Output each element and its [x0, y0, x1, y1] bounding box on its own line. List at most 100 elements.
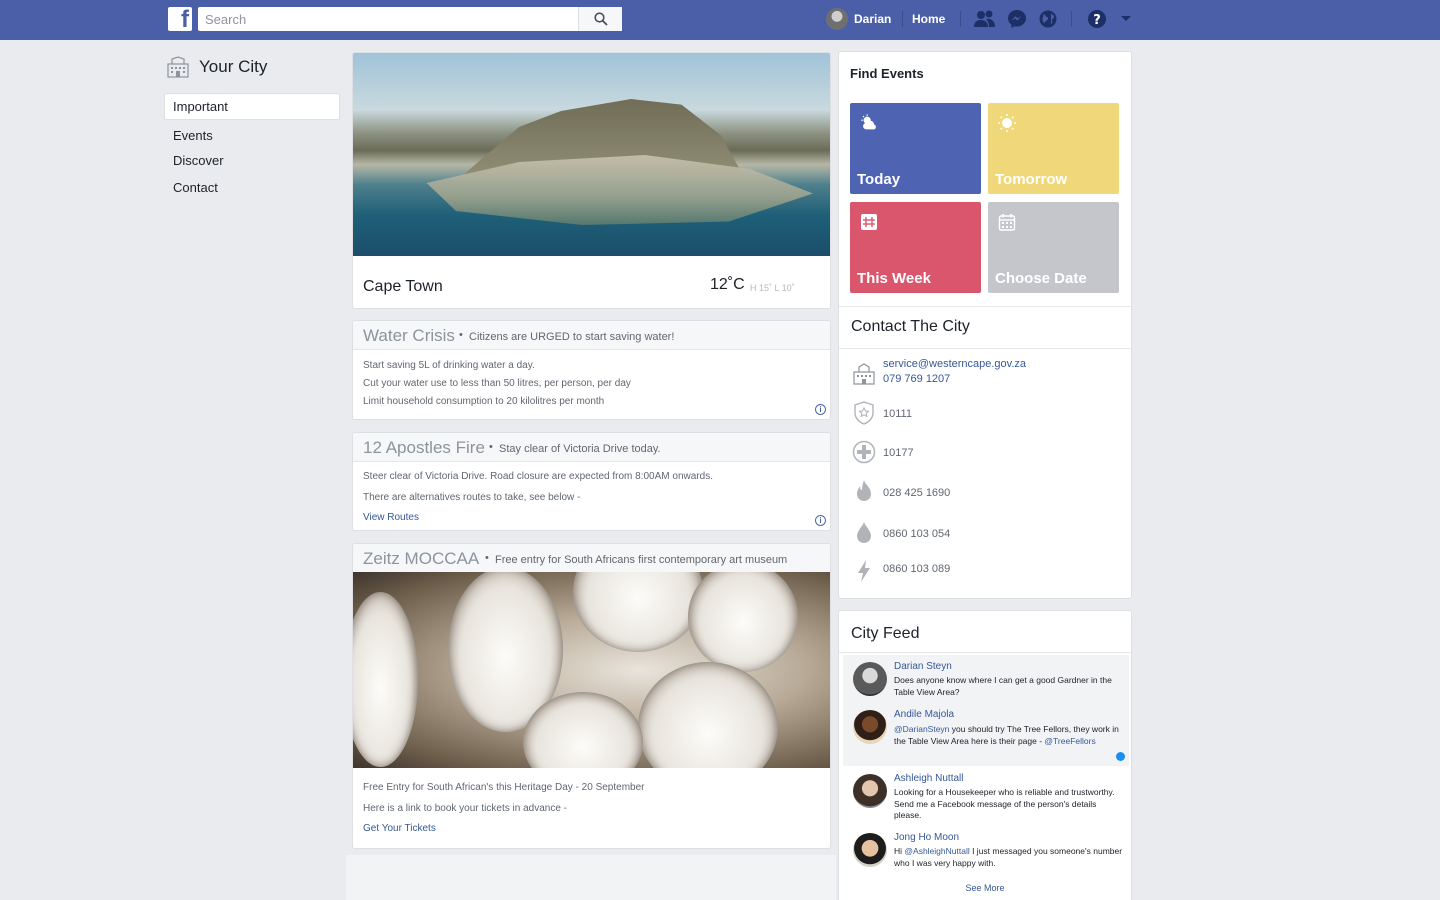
divider: [1071, 11, 1072, 27]
mention-link[interactable]: @AshleighNuttall: [904, 846, 969, 856]
profile-link[interactable]: Darian: [826, 7, 891, 31]
weather-temperature: 12˚C: [710, 276, 745, 293]
feed-author[interactable]: Darian Steyn: [894, 661, 952, 672]
feed-thread-highlight: [843, 655, 1129, 766]
contact-number[interactable]: 0860 103 054: [883, 528, 950, 540]
sidebar-item-events[interactable]: Events: [164, 122, 340, 149]
event-tile-choose-date[interactable]: Choose Date: [988, 202, 1119, 293]
messenger-badge-icon[interactable]: [1116, 752, 1125, 761]
sun-icon: [997, 113, 1017, 133]
avatar[interactable]: [853, 710, 887, 744]
contact-email-link[interactable]: service@westerncape.gov.za: [883, 358, 1026, 370]
event-tile-label: Today: [857, 171, 901, 188]
divider: [839, 652, 1131, 653]
calendar-icon: [997, 212, 1017, 232]
info-icon[interactable]: i: [815, 404, 826, 415]
post-card-apostles-fire: 12 Apostles Fire • Stay clear of Victori…: [352, 432, 831, 531]
facebook-logo-letter: f: [181, 6, 189, 33]
avatar: [826, 8, 848, 30]
event-tile-today[interactable]: Today: [850, 103, 981, 194]
mention-link[interactable]: @TreeFellors: [1044, 736, 1095, 746]
view-routes-link[interactable]: View Routes: [363, 512, 419, 523]
sidebar-item-contact[interactable]: Contact: [164, 174, 340, 201]
water-drop-icon: [852, 521, 876, 545]
page-bottom-fade: [346, 855, 836, 900]
get-tickets-link[interactable]: Get Your Tickets: [363, 823, 436, 834]
post-line: Limit household consumption to 20 kiloli…: [363, 396, 605, 407]
search-button[interactable]: [578, 7, 622, 31]
info-icon[interactable]: i: [815, 515, 826, 526]
contact-number[interactable]: 10111: [883, 408, 912, 420]
divider: [960, 11, 961, 27]
feed-message: Does anyone know where I can get a good …: [894, 675, 1112, 697]
post-header: Zeitz MOCCAA • Free entry for South Afri…: [353, 544, 830, 573]
feed-author[interactable]: Jong Ho Moon: [894, 832, 959, 843]
contact-number[interactable]: 10177: [883, 447, 914, 459]
sidebar-item-discover[interactable]: Discover: [164, 147, 340, 174]
event-tile-this-week[interactable]: This Week: [850, 202, 981, 293]
user-name: Darian: [854, 12, 892, 26]
contact-number[interactable]: 0860 103 089: [883, 563, 950, 575]
messenger-icon[interactable]: [1005, 8, 1029, 30]
feed-message: @DarianSteyn you should try The Tree Fel…: [894, 724, 1126, 747]
feed-message-text: Hi: [894, 846, 905, 856]
contact-title: Contact The City: [851, 318, 970, 335]
avatar[interactable]: [853, 833, 887, 867]
post-header: Water Crisis • Citizens are URGED to sta…: [353, 321, 830, 350]
police-badge-icon: [852, 401, 876, 425]
home-link[interactable]: Home: [912, 12, 945, 26]
event-tile-label: Choose Date: [995, 270, 1087, 287]
weather-high-low: H 15˚ L 10˚: [750, 283, 795, 293]
post-subtitle: Stay clear of Victoria Drive today.: [499, 443, 661, 455]
museum-photo: [353, 572, 830, 768]
post-line: There are alternatives routes to take, s…: [363, 492, 581, 503]
silo-shape: [688, 572, 798, 672]
avatar[interactable]: [853, 662, 887, 696]
facebook-logo[interactable]: f: [168, 6, 192, 33]
calendar-week-icon: [859, 212, 879, 232]
post-subtitle: Free entry for South Africans first cont…: [495, 554, 788, 566]
feed-author[interactable]: Ashleigh Nuttall: [894, 773, 963, 784]
post-title: Zeitz MOCCAA: [363, 549, 480, 568]
globe-icon[interactable]: [1036, 8, 1060, 30]
see-more-link[interactable]: See More: [839, 883, 1131, 893]
help-icon[interactable]: ?: [1085, 8, 1109, 30]
city-shape: [426, 155, 813, 225]
contact-number[interactable]: 028 425 1690: [883, 487, 950, 499]
search-icon: [593, 12, 608, 26]
mention-link[interactable]: @DarianSteyn: [894, 724, 949, 734]
post-subtitle: Citizens are URGED to start saving water…: [469, 331, 675, 343]
event-tile-tomorrow[interactable]: Tomorrow: [988, 103, 1119, 194]
friends-icon[interactable]: [973, 8, 997, 30]
weather-card: Cape Town 12˚C H 15˚ L 10˚: [352, 52, 831, 309]
post-line: Start saving 5L of drinking water a day.: [363, 360, 535, 371]
post-title: 12 Apostles Fire: [363, 438, 485, 457]
divider: [839, 348, 1131, 349]
search-box: [198, 7, 622, 31]
separator-dot: •: [489, 441, 493, 453]
post-line: Free Entry for South African's this Heri…: [363, 782, 645, 793]
contact-phone-link[interactable]: 079 769 1207: [883, 373, 950, 385]
medical-cross-icon: [852, 440, 876, 464]
cape-town-photo: [353, 53, 830, 256]
event-tile-label: This Week: [857, 270, 931, 287]
sun-cloud-icon: [859, 113, 879, 133]
search-input[interactable]: [198, 7, 578, 31]
dropdown-icon[interactable]: [1114, 8, 1138, 30]
lightning-icon: [852, 559, 876, 583]
weather-location: Cape Town: [363, 278, 443, 295]
divider: [902, 11, 903, 27]
feed-author[interactable]: Andile Majola: [894, 709, 954, 720]
separator-dot: •: [459, 329, 463, 341]
post-card-water-crisis: Water Crisis • Citizens are URGED to sta…: [352, 320, 831, 420]
avatar[interactable]: [853, 774, 887, 808]
post-line: Steer clear of Victoria Drive. Road clos…: [363, 471, 713, 482]
silo-shape: [573, 572, 703, 652]
post-line: Here is a link to book your tickets in a…: [363, 803, 567, 814]
find-events-card: Find Events Today Tomorrow This Week Cho…: [838, 51, 1132, 599]
post-title: Water Crisis: [363, 326, 455, 345]
separator-dot: •: [485, 552, 489, 564]
city-hall-icon: [852, 362, 876, 386]
post-line: Cut your water use to less than 50 litre…: [363, 378, 631, 389]
sidebar-item-important[interactable]: Important: [164, 93, 340, 120]
